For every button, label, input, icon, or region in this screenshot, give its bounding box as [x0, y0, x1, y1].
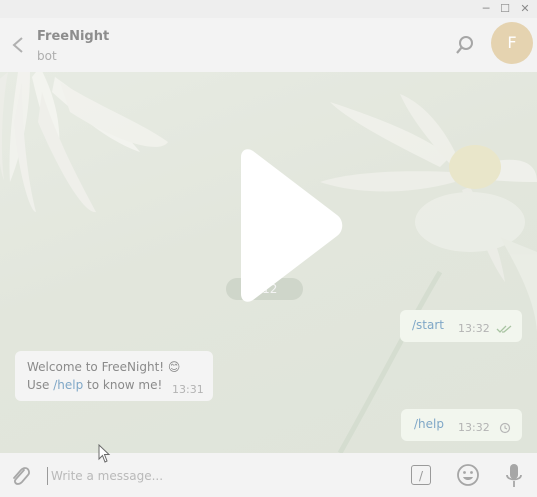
minimize-button[interactable]: ─ [478, 1, 494, 17]
bot-commands-button[interactable]: / [411, 465, 431, 485]
message-text-line: Use /help to know me! [27, 378, 162, 392]
bot-command-link[interactable]: /start [412, 318, 444, 332]
window-titlebar: ─ ☐ ✕ [0, 0, 537, 18]
message-bubble-incoming[interactable]: Welcome to FreeNight! 😊 Use /help to kno… [15, 351, 213, 401]
paperclip-icon[interactable] [9, 464, 31, 488]
chat-title[interactable]: FreeNight [37, 29, 109, 44]
message-text-line: Welcome to FreeNight! 😊 [27, 360, 181, 374]
message-composer: / [0, 453, 537, 497]
search-icon[interactable] [455, 35, 475, 55]
message-text: to know me! [83, 378, 163, 392]
message-time: 13:31 [172, 383, 204, 396]
message-time: 13:32 [458, 322, 490, 335]
bot-command-link[interactable]: /help [53, 378, 83, 392]
chat-subtitle: bot [37, 49, 57, 63]
bot-command-link[interactable]: /help [414, 417, 444, 431]
message-input[interactable] [51, 465, 391, 487]
message-time: 13:32 [458, 421, 490, 434]
chat-header: FreeNight bot F [0, 18, 537, 72]
play-icon[interactable] [231, 149, 343, 302]
avatar[interactable]: F [491, 22, 533, 64]
microphone-icon[interactable] [505, 463, 523, 489]
text-cursor [47, 467, 48, 485]
back-arrow-icon[interactable] [8, 32, 28, 58]
close-button[interactable]: ✕ [517, 1, 533, 17]
mouse-pointer-icon [98, 444, 111, 463]
double-check-icon [496, 325, 512, 333]
clock-icon [499, 422, 511, 434]
maximize-button[interactable]: ☐ [497, 1, 513, 17]
message-text: Use [27, 378, 54, 392]
message-bubble-outgoing[interactable]: /start 13:32 [400, 310, 522, 342]
emoji-icon[interactable] [456, 463, 480, 487]
message-bubble-outgoing[interactable]: /help 13:32 [401, 409, 522, 441]
